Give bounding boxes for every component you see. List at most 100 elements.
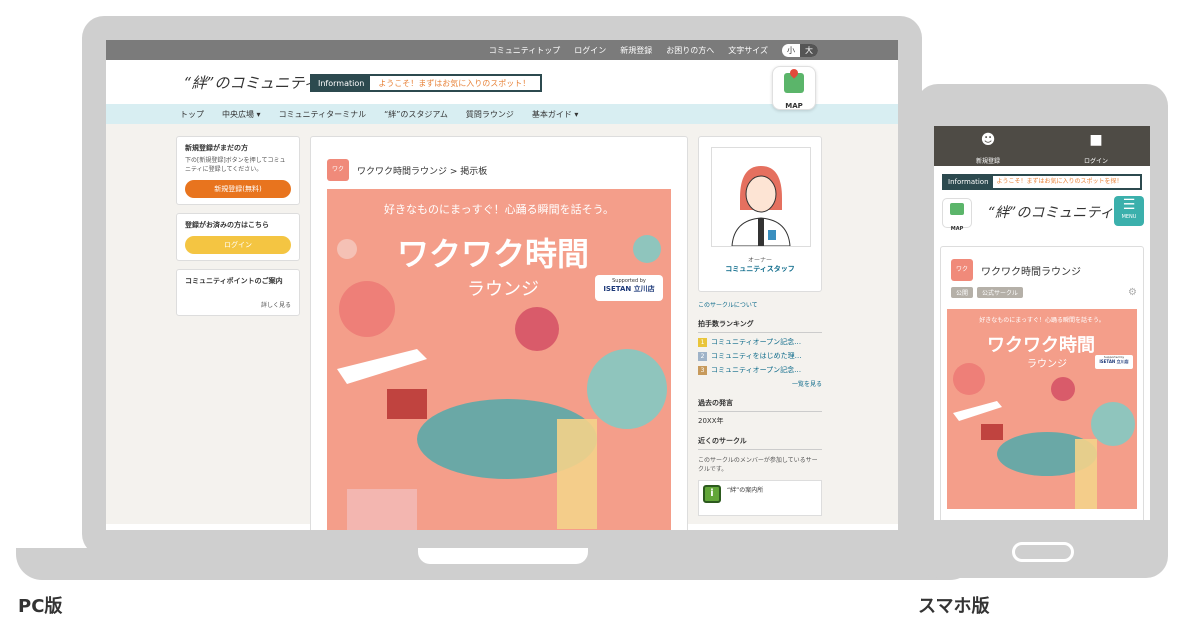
pc-body: 新規登録がまだの方 下の[新規登録]ボタンを押してコミュニティに登録してください… (106, 124, 898, 530)
map-icon (784, 73, 804, 93)
nav-item-stadium[interactable]: “絆”のスタジアム (384, 109, 448, 120)
register-button[interactable]: 新規登録(無料) (185, 180, 291, 198)
sp-circle-title[interactable]: ワクワク時間ラウンジ (981, 263, 1081, 278)
info-label: Information (312, 76, 371, 90)
past-year-link[interactable]: 20XX年 (698, 416, 822, 426)
nav-item-basic-guide[interactable]: 基本ガイド ▾ (532, 109, 579, 120)
login-panel: 登録がお済みの方はこちら ログイン (176, 213, 300, 261)
device-mockup: コミュニティトップ ログイン 新規登録 お困りの方へ 文字サイズ 小 大 “絆”… (0, 0, 1200, 630)
pc-header: “絆”のコミュニティ Information ようこそ！まずはお気に入りのスポッ… (106, 60, 898, 110)
sp-tags: 公開 公式サークル (951, 287, 1023, 298)
sp-map-button[interactable]: MAP (942, 198, 972, 232)
gear-icon[interactable]: ⚙ (1128, 287, 1137, 298)
sp-login-label: ログイン (1083, 158, 1108, 165)
info-ticker[interactable]: Information ようこそ！まずはお気に入りのスポット！ (310, 74, 542, 92)
topbar-link-help[interactable]: お困りの方へ (666, 45, 714, 56)
banner-tagline: 好きなものにまっすぐ！心踊る瞬間を話そう。 (384, 203, 614, 216)
sp-circle-banner: 好きなものにまっすぐ！心踊る瞬間を話そう。 ワクワク時間 ラウンジ Suppor… (947, 309, 1137, 509)
sp-banner-subtitle: ラウンジ (1027, 359, 1067, 370)
past-posts-title: 過去の発言 (698, 398, 822, 412)
nearby-circles-text: このサークルのメンバーが参加しているサークルです。 (698, 457, 818, 473)
ranking-item[interactable]: 3 コミュニティオープン記念… (698, 365, 822, 375)
pc-screen: コミュニティトップ ログイン 新規登録 お困りの方へ 文字サイズ 小 大 “絆”… (106, 40, 898, 530)
tag-official: 公式サークル (977, 287, 1023, 298)
points-panel: コミュニティポイントのご案内 詳しく見る (176, 269, 300, 316)
ranking-item-text: コミュニティオープン記念… (711, 366, 802, 374)
sp-login-button[interactable]: ■ ログイン (1042, 126, 1150, 166)
sponsor-label: Supported by (612, 278, 646, 284)
login-title: 登録がお済みの方はこちら (185, 221, 269, 229)
left-sidebar: 新規登録がまだの方 下の[新規登録]ボタンを押してコミュニティに登録してください… (176, 136, 300, 324)
nearby-circles-title: 近くのサークル (698, 436, 822, 450)
sp-topbar: ☻ 新規登録 ■ ログイン (934, 126, 1150, 166)
nav-item-question-lounge[interactable]: 質問ラウンジ (466, 109, 514, 120)
breadcrumb: ワク ワクワク時間ラウンジ > 掲示板 (327, 159, 487, 181)
sp-version-label: スマホ版 (918, 596, 990, 617)
sp-banner-title: ワクワク時間 (987, 335, 1095, 356)
ranking-item-text: コミュニティオープン記念… (711, 338, 802, 346)
register-text: 下の[新規登録]ボタンを押してコミュニティに登録してください。 (185, 157, 286, 173)
sp-info-label: Information (944, 176, 993, 188)
sponsor-name: ISETAN 立川店 (603, 285, 655, 293)
topbar-link-login[interactable]: ログイン (574, 45, 606, 56)
sp-sponsor-badge: Supported by ISETAN 立川店 (1095, 355, 1133, 369)
sp-circle-card: ワク ワクワク時間ラウンジ 公開 公式サークル ⚙ 好きなものにまっすぐ！心踊る… (940, 246, 1144, 520)
font-size-large-button[interactable]: 大 (800, 43, 818, 57)
nav-item-community-terminal[interactable]: コミュニティターミナル (279, 109, 367, 120)
ranking-item-text: コミュニティをはじめた理… (711, 352, 802, 360)
sp-header: MAP “絆”のコミュニティ ☰ MENU (934, 190, 1150, 234)
login-button[interactable]: ログイン (185, 236, 291, 254)
lock-icon: ■ (1089, 132, 1103, 148)
sp-info-ticker[interactable]: Information ようこそ！まずはお気に入りのスポットを探！ (942, 174, 1142, 190)
site-logo[interactable]: “絆”のコミュニティ (184, 72, 318, 93)
sp-menu-button[interactable]: ☰ MENU (1114, 196, 1144, 226)
font-size-toggle: 小 大 (782, 43, 818, 57)
nav-item-top[interactable]: トップ (180, 109, 204, 120)
ranking-item[interactable]: 2 コミュニティをはじめた理… (698, 351, 822, 361)
about-circle-link[interactable]: このサークルについて (698, 300, 822, 309)
font-size-label: 文字サイズ (728, 45, 768, 55)
breadcrumb-text[interactable]: ワクワク時間ラウンジ > 掲示板 (357, 164, 487, 177)
nav-item-central-plaza[interactable]: 中央広場 ▾ (222, 109, 261, 120)
circle-banner: 好きなものにまっすぐ！心踊る瞬間を話そう。 ワクワク時間 ラウンジ Suppor… (327, 189, 671, 530)
register-title: 新規登録がまだの方 (185, 144, 248, 152)
topbar-link-register[interactable]: 新規登録 (620, 45, 652, 56)
sp-site-logo[interactable]: “絆”のコミュニティ (988, 202, 1113, 222)
owner-avatar-icon (731, 166, 791, 247)
owner-name[interactable]: コミュニティスタッフ (711, 264, 809, 274)
rank-badge: 3 (698, 365, 707, 375)
sp-card-title: ワク ワクワク時間ラウンジ (951, 259, 1081, 281)
phone-home-button (1012, 542, 1074, 562)
main-content: ワク ワクワク時間ラウンジ > 掲示板 好きなものにまっすぐ！心踊る瞬間を話そう… (310, 136, 688, 530)
points-more-link[interactable]: 詳しく見る (185, 300, 291, 309)
sp-menu-label: MENU (1121, 214, 1137, 220)
info-message: ようこそ！まずはお気に入りのスポット！ (378, 79, 531, 88)
circle-icon: ワク (327, 159, 349, 181)
ranking-item[interactable]: 1 コミュニティオープン記念… (698, 337, 822, 347)
tag-public: 公開 (951, 287, 974, 298)
sp-register-button[interactable]: ☻ 新規登録 (934, 126, 1042, 166)
pc-topbar: コミュニティトップ ログイン 新規登録 お困りの方へ 文字サイズ 小 大 (106, 40, 898, 60)
hamburger-icon: ☰ (1122, 197, 1136, 213)
laptop-notch (418, 548, 588, 564)
points-title: コミュニティポイントのご案内 (185, 277, 283, 285)
sp-screen: ☻ 新規登録 ■ ログイン Information ようこそ！まずはお気に入りの… (934, 126, 1150, 520)
ranking-more-link[interactable]: 一覧を見る (698, 379, 822, 388)
font-size-small-button[interactable]: 小 (782, 44, 800, 57)
sp-register-label: 新規登録 (975, 158, 1000, 165)
circle-icon: ワク (951, 259, 973, 281)
sp-banner-tagline: 好きなものにまっすぐ！心踊る瞬間を話そう。 (979, 317, 1105, 324)
topbar-link-community-top[interactable]: コミュニティトップ (489, 45, 561, 56)
guide-text: “絆”の案内所 (727, 487, 764, 494)
guide-link[interactable]: i “絆”の案内所 (698, 480, 822, 516)
ranking-title: 拍手数ランキング (698, 319, 822, 333)
register-panel: 新規登録がまだの方 下の[新規登録]ボタンを押してコミュニティに登録してください… (176, 136, 300, 205)
sp-map-label: MAP (950, 226, 964, 232)
pc-version-label: PC版 (18, 596, 63, 617)
sponsor-badge: Supported by ISETAN 立川店 (595, 275, 663, 301)
rank-badge: 2 (698, 351, 707, 361)
right-sidebar: オーナー コミュニティスタッフ このサークルについて 拍手数ランキング 1 コミ… (698, 136, 822, 516)
banner-subtitle: ラウンジ (467, 279, 539, 300)
map-button[interactable]: MAP (772, 66, 816, 110)
owner-avatar (711, 147, 811, 247)
